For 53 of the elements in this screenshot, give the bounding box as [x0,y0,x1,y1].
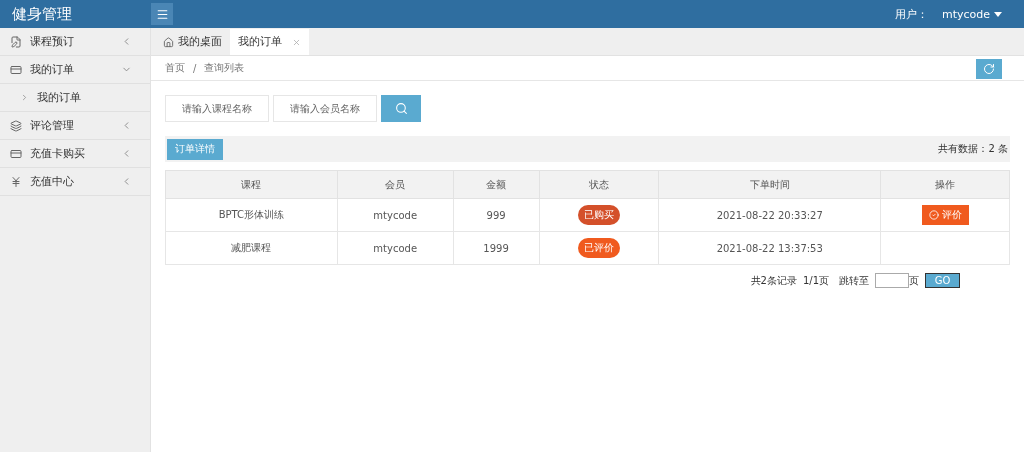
page-indicator: 1/1页 [802,273,829,288]
column-header: 操作 [880,170,1010,199]
menu-item-icon [10,35,22,48]
page-unit: 页 [909,273,919,288]
jump-label: 跳转至 [839,273,869,288]
sidebar-item[interactable]: 充值中心 [0,168,150,196]
status-badge: 已评价 [577,238,620,258]
table-cell: mtycode [337,198,454,232]
table-cell: 减肥课程 [165,231,338,265]
record-summary: 共2条记录 [750,273,797,288]
search-field[interactable]: 请输入课程名称 [165,95,269,122]
breadcrumb-item[interactable]: 首页 [165,61,185,75]
table-cell: BPTC形体训练 [165,198,338,232]
status-badge: 已购买 [577,205,620,225]
search-icon [394,102,408,115]
user-menu[interactable]: mtycode [941,7,1002,21]
column-header: 课程 [165,170,338,199]
user-label: 用户： [894,6,928,22]
column-header: 金额 [453,170,540,199]
menu-item-icon [10,147,22,160]
search-button[interactable] [381,95,421,122]
menu-icon [155,7,169,21]
menu-item-icon [10,63,22,76]
column-header: 状态 [539,170,659,199]
menu-item-icon [10,119,22,132]
tab[interactable]: 我的桌面 [155,29,230,55]
sidebar-item[interactable]: 课程预订 [0,28,150,56]
sidebar-item[interactable]: 评论管理 [0,112,150,140]
sidebar-subitem[interactable]: 我的订单 [0,84,150,112]
close-icon[interactable] [292,37,301,47]
page-input[interactable] [875,273,909,288]
table-cell: 2021-08-22 13:37:53 [658,231,881,265]
breadcrumb-separator: / [193,62,197,74]
table-cell: 999 [453,198,540,232]
column-header: 下单时间 [658,170,881,199]
refresh-button[interactable] [976,59,1002,79]
tab[interactable]: 我的订单 [230,29,309,55]
record-count: 共有数据：2 条 [938,142,1008,156]
caret-down-icon [994,11,1002,17]
table-cell: 2021-08-22 20:33:27 [658,198,881,232]
menu-item-icon [10,175,22,188]
app-title: 健身管理 [11,4,73,24]
menu-button[interactable] [151,3,173,25]
table-cell: 1999 [453,231,540,265]
chevron-right-icon [20,93,29,102]
check-circle-icon [928,210,939,220]
column-header: 会员 [337,170,454,199]
refresh-icon [983,63,995,75]
table-cell: mtycode [337,231,454,265]
search-field[interactable]: 请输入会员名称 [273,95,377,122]
sidebar-item[interactable]: 充值卡购买 [0,140,150,168]
sidebar-item[interactable]: 我的订单 [0,56,150,84]
breadcrumb-item: 查询列表 [204,61,245,75]
